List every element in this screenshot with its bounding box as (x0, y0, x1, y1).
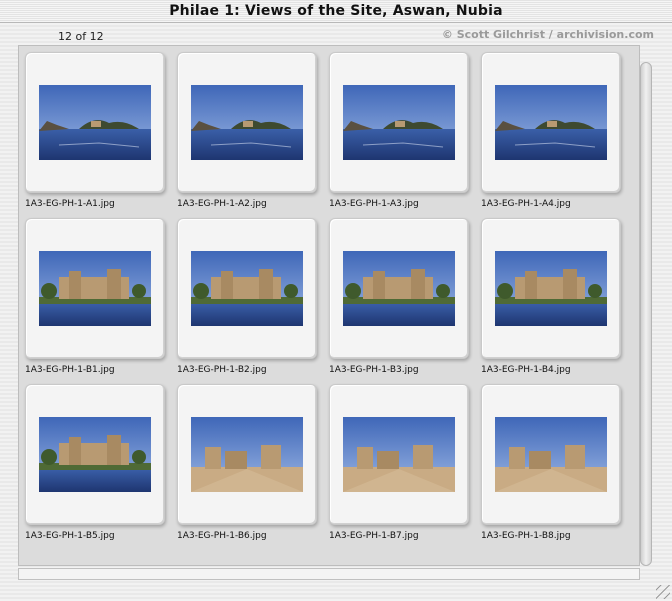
slide-mount[interactable] (25, 384, 165, 525)
slide-mount[interactable] (481, 218, 621, 359)
slide-thumbnail[interactable]: 1A3-EG-PH-1-B2.jpg (177, 218, 317, 378)
slide-mount[interactable] (481, 52, 621, 193)
slide-thumbnail[interactable]: 1A3-EG-PH-1-B7.jpg (329, 384, 469, 544)
slide-mount[interactable] (329, 218, 469, 359)
photo-image[interactable] (495, 417, 607, 492)
image-count: 12 of 12 (58, 30, 104, 43)
slide-caption: 1A3-EG-PH-1-A4.jpg (481, 199, 571, 209)
slide-thumbnail[interactable]: 1A3-EG-PH-1-B8.jpg (481, 384, 621, 544)
photo-image[interactable] (495, 85, 607, 160)
slide-mount[interactable] (481, 384, 621, 525)
slide-mount[interactable] (25, 218, 165, 359)
photo-image[interactable] (191, 85, 303, 160)
slide-thumbnail[interactable]: 1A3-EG-PH-1-B3.jpg (329, 218, 469, 378)
resize-grip-icon[interactable] (656, 585, 670, 599)
slide-mount[interactable] (329, 52, 469, 193)
slide-thumbnail[interactable]: 1A3-EG-PH-1-B1.jpg (25, 218, 165, 378)
slide-thumbnail[interactable]: 1A3-EG-PH-1-B5.jpg (25, 384, 165, 544)
horizontal-scrollbar[interactable] (18, 568, 640, 580)
credit-text: © Scott Gilchrist / archivision.com (441, 28, 654, 41)
slide-caption: 1A3-EG-PH-1-A3.jpg (329, 199, 419, 209)
slide-thumbnail[interactable]: 1A3-EG-PH-1-B6.jpg (177, 384, 317, 544)
slide-caption: 1A3-EG-PH-1-A1.jpg (25, 199, 115, 209)
slide-mount[interactable] (177, 52, 317, 193)
slide-caption: 1A3-EG-PH-1-A2.jpg (177, 199, 267, 209)
slide-thumbnail[interactable]: 1A3-EG-PH-1-A3.jpg (329, 52, 469, 212)
slide-thumbnail[interactable]: 1A3-EG-PH-1-A4.jpg (481, 52, 621, 212)
slide-caption: 1A3-EG-PH-1-B5.jpg (25, 531, 115, 541)
photo-image[interactable] (343, 85, 455, 160)
photo-image[interactable] (191, 417, 303, 492)
slide-caption: 1A3-EG-PH-1-B2.jpg (177, 365, 267, 375)
photo-image[interactable] (39, 417, 151, 492)
photo-image[interactable] (191, 251, 303, 326)
window-title: Philae 1: Views of the Site, Aswan, Nubi… (169, 3, 503, 19)
slide-caption: 1A3-EG-PH-1-B7.jpg (329, 531, 419, 541)
slide-mount[interactable] (177, 384, 317, 525)
slide-caption: 1A3-EG-PH-1-B6.jpg (177, 531, 267, 541)
photo-image[interactable] (343, 417, 455, 492)
slide-mount[interactable] (25, 52, 165, 193)
slide-thumbnail[interactable]: 1A3-EG-PH-1-B4.jpg (481, 218, 621, 378)
thumbnail-area: 1A3-EG-PH-1-A1.jpg 1A3-EG-PH-1-A2.jpg 1A3-… (18, 45, 640, 566)
slide-mount[interactable] (177, 218, 317, 359)
slide-thumbnail[interactable]: 1A3-EG-PH-1-A1.jpg (25, 52, 165, 212)
slide-caption: 1A3-EG-PH-1-B1.jpg (25, 365, 115, 375)
photo-image[interactable] (495, 251, 607, 326)
photo-image[interactable] (39, 251, 151, 326)
slide-caption: 1A3-EG-PH-1-B8.jpg (481, 531, 571, 541)
photo-image[interactable] (39, 85, 151, 160)
slide-thumbnail[interactable]: 1A3-EG-PH-1-A2.jpg (177, 52, 317, 212)
slide-mount[interactable] (329, 384, 469, 525)
slide-caption: 1A3-EG-PH-1-B4.jpg (481, 365, 571, 375)
title-bar[interactable]: Philae 1: Views of the Site, Aswan, Nubi… (0, 0, 672, 23)
vertical-scrollbar[interactable] (640, 62, 652, 566)
photo-image[interactable] (343, 251, 455, 326)
browser-window: Philae 1: Views of the Site, Aswan, Nubi… (0, 0, 672, 601)
slide-caption: 1A3-EG-PH-1-B3.jpg (329, 365, 419, 375)
